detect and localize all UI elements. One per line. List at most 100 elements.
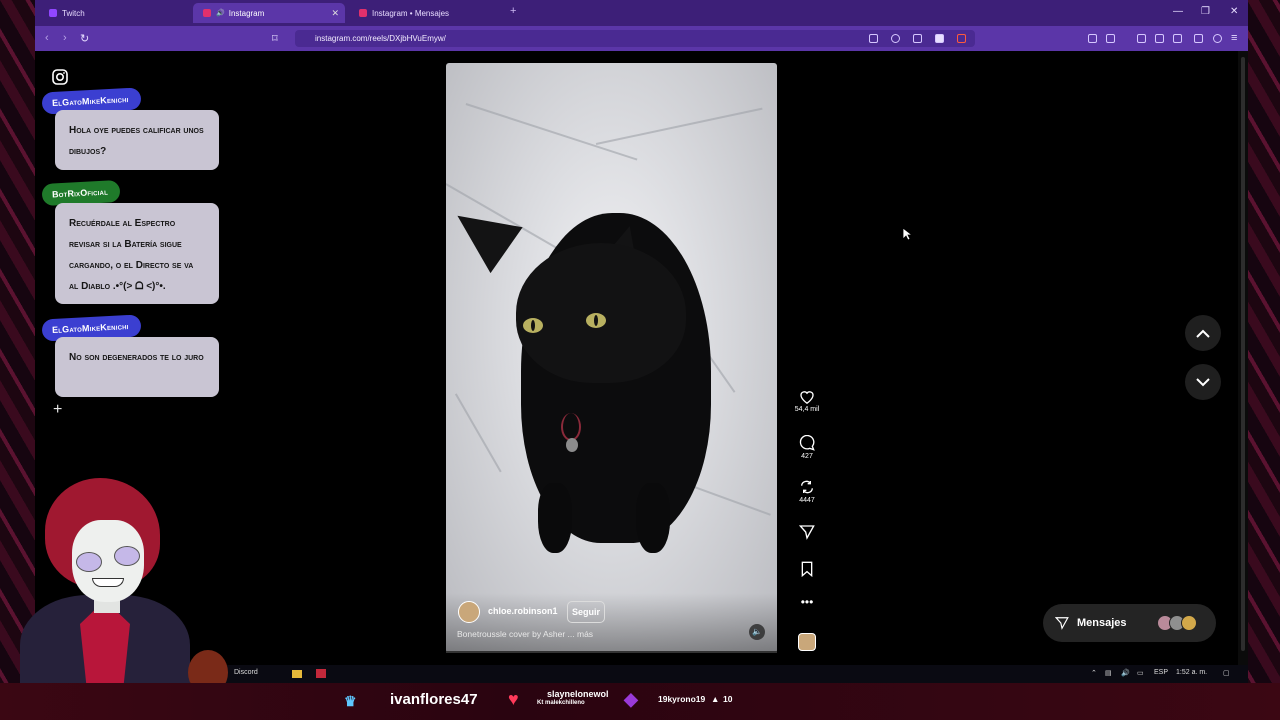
chat-message: Recuérdale al Espectro revisar si la Bat… — [55, 203, 219, 304]
url-text: instagram.com/reels/DXjbHVuEmyw/ — [315, 34, 446, 43]
cat-ear — [446, 192, 523, 274]
comment-icon — [799, 435, 815, 451]
stream-banner: ♛ ivanflores47 ♥ slaynelonewol Kt malekc… — [0, 683, 1280, 720]
previous-reel-button[interactable] — [1185, 315, 1221, 351]
wallet-icon[interactable] — [1106, 34, 1115, 43]
vtuber-glasses — [114, 546, 140, 566]
forward-icon[interactable]: › — [63, 32, 67, 44]
tray-chevron-icon[interactable]: ⌃ — [1091, 669, 1097, 677]
instagram-logo-icon[interactable] — [52, 69, 68, 85]
instagram-icon — [203, 9, 211, 17]
heart-icon: ♥ — [508, 689, 519, 709]
messages-button[interactable]: Mensajes — [1043, 604, 1216, 642]
next-reel-button[interactable] — [1185, 364, 1221, 400]
leo-icon[interactable] — [1194, 34, 1203, 43]
reel-footer — [446, 593, 777, 653]
tab-instagram-messages[interactable]: Instagram • Mensajes — [349, 3, 504, 23]
minimize-icon[interactable]: — — [1173, 6, 1183, 17]
extensions-icon[interactable] — [1088, 34, 1097, 43]
sidebar-icon[interactable] — [1155, 34, 1164, 43]
like-count: 54,4 mil — [794, 406, 820, 413]
cat-leg — [636, 483, 670, 553]
reload-icon[interactable]: ↻ — [80, 32, 89, 45]
marble-vein — [465, 103, 638, 161]
follow-button[interactable]: Seguir — [567, 601, 606, 623]
app-icon[interactable] — [316, 669, 326, 678]
send-icon — [1055, 617, 1069, 630]
file-explorer-icon[interactable] — [292, 670, 302, 678]
instagram-icon — [359, 9, 367, 17]
tab-label: Twitch — [62, 8, 85, 18]
close-tab-icon[interactable]: ✕ — [331, 8, 339, 19]
create-icon[interactable]: + — [53, 401, 62, 419]
vtuber-mouth — [92, 578, 124, 587]
marble-vein — [685, 483, 771, 516]
tab-label: Instagram — [228, 8, 265, 18]
cast-icon[interactable] — [869, 34, 878, 43]
volume-icon[interactable]: 🔊 — [1121, 669, 1130, 677]
menu-icon[interactable]: ≡ — [1231, 32, 1237, 44]
chevron-up-icon — [1196, 329, 1210, 338]
restore-icon[interactable]: ❐ — [1201, 6, 1210, 17]
tab-search-icon[interactable] — [1173, 34, 1182, 43]
repost-button[interactable]: 4447 — [787, 479, 827, 504]
clock[interactable]: 1:52 a. m. — [1176, 669, 1207, 676]
stream-overlay: Twitch 🔊 Instagram ✕ Instagram • Mensaje… — [0, 0, 1280, 720]
crown-icon: ♛ — [344, 693, 357, 709]
marble-vein — [455, 393, 502, 473]
top-user: ivanflores47 — [390, 691, 478, 708]
reel-video[interactable]: chloe.robinson1 Seguir Bonetroussle cove… — [446, 63, 777, 653]
language-indicator[interactable]: ESP — [1154, 669, 1168, 676]
cat-head — [516, 243, 686, 383]
battery-icon[interactable]: ▭ — [1137, 669, 1144, 677]
cat-eye — [523, 318, 543, 333]
comment-button[interactable]: 427 — [787, 435, 827, 460]
save-button[interactable] — [787, 561, 827, 577]
tab-instagram[interactable]: 🔊 Instagram ✕ — [193, 3, 345, 23]
taskbar-discord[interactable]: Discord — [234, 669, 258, 676]
bookmark-icon — [801, 561, 813, 577]
marble-vein — [595, 107, 763, 145]
repost-icon — [801, 480, 813, 494]
send-icon — [799, 525, 815, 540]
chat-message: No son degenerados te lo juro — [55, 337, 219, 397]
share-icon[interactable] — [913, 34, 922, 43]
mute-icon[interactable]: 🔈 — [749, 624, 765, 640]
like-button[interactable]: 54,4 mil — [787, 389, 827, 413]
heart-user: slaynelonewol — [547, 689, 609, 699]
cat-collar — [561, 413, 581, 441]
zoom-icon[interactable] — [891, 34, 900, 43]
bookmark-icon[interactable]: ⌑ — [272, 32, 278, 45]
creator-username[interactable]: chloe.robinson1 — [488, 606, 558, 616]
shield-icon[interactable] — [935, 34, 944, 43]
close-window-icon[interactable]: ✕ — [1230, 6, 1238, 17]
audio-thumbnail[interactable] — [798, 633, 816, 651]
tab-twitch[interactable]: Twitch — [39, 3, 191, 23]
scrollbar-thumb[interactable] — [1241, 57, 1245, 651]
page-scrollbar[interactable] — [1238, 51, 1248, 665]
avatar — [1181, 615, 1197, 631]
new-tab-icon[interactable]: + — [510, 5, 516, 17]
cat-tag — [566, 438, 578, 452]
notifications-icon[interactable]: ▢ — [1223, 669, 1230, 677]
repost-count: 4447 — [799, 497, 815, 504]
gem-icon: ◆ — [624, 689, 638, 709]
gem-count: 10 — [723, 694, 733, 704]
tab-bar: Twitch 🔊 Instagram ✕ Instagram • Mensaje… — [35, 0, 1248, 26]
reel-caption[interactable]: Bonetroussle cover by Asher ... más — [457, 629, 593, 639]
address-bar: ‹ › ↻ ⌑ instagram.com/reels/DXjbHVuEmyw/… — [35, 26, 1248, 51]
twitch-icon — [49, 9, 57, 17]
back-icon[interactable]: ‹ — [45, 32, 49, 44]
reel-progress — [446, 651, 777, 653]
rewards-icon[interactable] — [957, 34, 966, 43]
comment-count: 427 — [801, 453, 813, 460]
more-options-icon[interactable]: ••• — [787, 595, 827, 609]
creator-avatar[interactable] — [458, 601, 480, 623]
gem-user: 19kyrono19 — [658, 694, 706, 704]
share-button[interactable] — [787, 524, 827, 540]
vtuber-glasses — [76, 552, 102, 572]
music-icon[interactable] — [1137, 34, 1146, 43]
vpn-icon[interactable] — [1213, 34, 1222, 43]
wifi-icon[interactable]: ▤ — [1105, 669, 1112, 677]
messages-label: Mensajes — [1077, 617, 1127, 629]
